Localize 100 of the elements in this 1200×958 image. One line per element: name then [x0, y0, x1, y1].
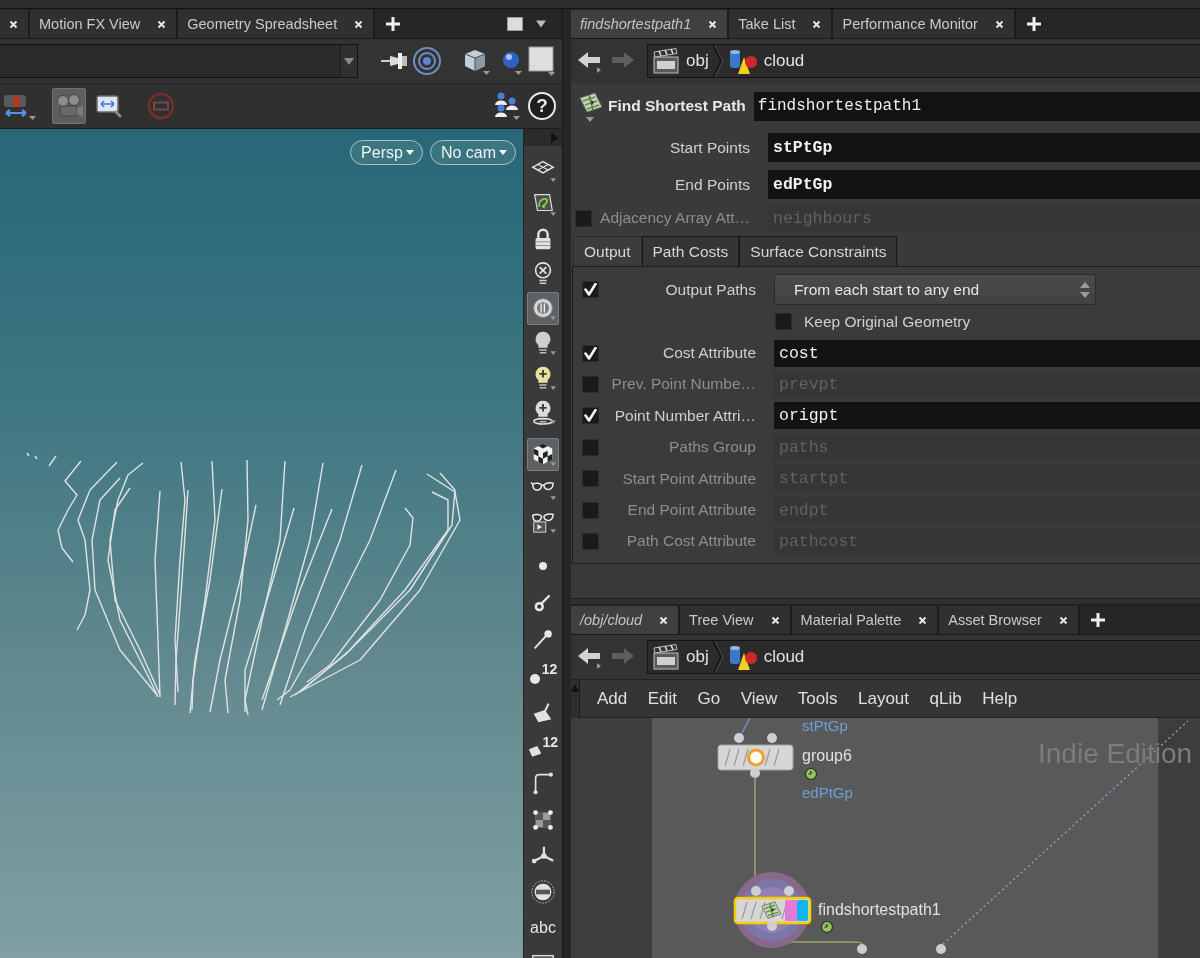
- close-icon[interactable]: [708, 19, 718, 29]
- folder-tab[interactable]: Output: [573, 236, 642, 266]
- checkbox[interactable]: [582, 501, 599, 519]
- users-icon: [495, 91, 521, 121]
- path-field[interactable]: obj cloud: [647, 640, 1200, 674]
- menu-item[interactable]: View: [740, 688, 778, 709]
- text-field[interactable]: cost: [774, 339, 1200, 367]
- parameter-label: End Points: [675, 175, 750, 194]
- tab[interactable]: Geometry Spreadsheet: [178, 10, 376, 38]
- text-field[interactable]: edPtGp: [768, 170, 1200, 199]
- input-port[interactable]: [857, 944, 867, 954]
- tab[interactable]: /obj/cloud: [571, 606, 681, 634]
- menu-item[interactable]: Tools: [797, 688, 838, 709]
- tab[interactable]: Asset Browser: [939, 606, 1080, 634]
- checkbox[interactable]: [582, 470, 599, 488]
- input-port[interactable]: [734, 733, 744, 743]
- close-icon[interactable]: [157, 19, 167, 29]
- close-icon[interactable]: [354, 19, 364, 29]
- tab[interactable]: Performance Monitor: [833, 10, 1016, 38]
- menu-item[interactable]: Help: [982, 688, 1018, 709]
- checkbox[interactable]: [775, 313, 792, 331]
- plane-icon: [528, 743, 542, 758]
- bulb-ring-icon: [530, 399, 556, 426]
- checkbox[interactable]: [582, 281, 599, 298]
- text-field[interactable]: origpt: [774, 402, 1200, 430]
- parameter-label: Path Cost Attribute: [626, 532, 756, 551]
- dot-icon: [539, 562, 547, 571]
- folder-tab[interactable]: Surface Constraints: [739, 236, 898, 266]
- output-port[interactable]: [750, 768, 760, 778]
- folder-tab[interactable]: Path Costs: [641, 236, 740, 266]
- menu-item[interactable]: Edit: [647, 688, 678, 709]
- dropdown-field[interactable]: [0, 44, 358, 78]
- checkbox[interactable]: [582, 344, 599, 362]
- square-icon[interactable]: [507, 16, 523, 31]
- ring-icon: [747, 748, 765, 767]
- parameter-label: Paths Group: [668, 438, 756, 457]
- checkbox[interactable]: [582, 407, 599, 425]
- menu-item[interactable]: Add: [597, 688, 628, 709]
- input-port[interactable]: [936, 944, 946, 954]
- close-icon[interactable]: [1058, 615, 1068, 625]
- parameter-label: Start Points: [669, 138, 750, 157]
- shapes-icon: [727, 47, 758, 75]
- menu-item[interactable]: Go: [697, 688, 721, 709]
- breadcrumb-item[interactable]: obj: [648, 47, 713, 75]
- parameter-label: Point Number Attri…: [614, 406, 756, 425]
- checkbox[interactable]: [582, 532, 599, 550]
- plus-icon[interactable]: [1089, 611, 1106, 628]
- tab[interactable]: Take List: [729, 10, 834, 38]
- tab[interactable]: Motion FX View: [30, 10, 179, 38]
- caret-icon[interactable]: [536, 19, 546, 28]
- plus-icon[interactable]: [1025, 15, 1042, 32]
- checkbox[interactable]: [582, 438, 599, 456]
- menu-item[interactable]: qLib: [929, 688, 962, 709]
- breadcrumb-item[interactable]: cloud: [723, 47, 809, 75]
- input-port[interactable]: [751, 886, 761, 896]
- help-button[interactable]: ?: [528, 92, 556, 120]
- path-field[interactable]: obj cloud: [647, 44, 1200, 78]
- plus-icon[interactable]: [385, 15, 402, 32]
- square-icon[interactable]: [528, 46, 556, 76]
- node-label: group6: [802, 747, 852, 765]
- close-icon[interactable]: [812, 19, 822, 29]
- tab[interactable]: findshortestpath1: [571, 10, 730, 38]
- tool-button[interactable]: [527, 437, 559, 471]
- menu-item[interactable]: Layout: [857, 688, 909, 709]
- up-down-arrows-icon: [1080, 281, 1090, 298]
- dot-icon: [528, 673, 541, 686]
- close-icon[interactable]: [659, 615, 669, 625]
- node-name-field[interactable]: findshortestpath1: [753, 91, 1200, 121]
- view-menu-button[interactable]: Persp: [350, 140, 423, 165]
- map-icon[interactable]: [578, 90, 603, 122]
- target-icon[interactable]: [412, 46, 442, 76]
- tab[interactable]: [0, 10, 30, 38]
- input-port[interactable]: [767, 733, 777, 743]
- close-icon[interactable]: [9, 19, 18, 29]
- parameter-label: Start Point Attribute: [622, 469, 756, 488]
- tab[interactable]: Material Palette: [791, 606, 940, 634]
- back-arrow-icon[interactable]: [577, 49, 601, 73]
- view-menu-button[interactable]: No cam: [429, 140, 516, 165]
- text-field[interactable]: stPtGp: [768, 133, 1200, 162]
- breadcrumb-separator: [712, 45, 724, 77]
- back-arrow-icon[interactable]: [577, 645, 601, 669]
- close-icon[interactable]: [994, 19, 1004, 29]
- close-icon[interactable]: [770, 615, 780, 625]
- tool-button[interactable]: 12: [527, 658, 559, 692]
- breadcrumb-separator: [712, 641, 724, 673]
- check-icon: [584, 409, 597, 423]
- input-port[interactable]: [784, 886, 794, 896]
- dropdown-menu[interactable]: From each start to any end: [774, 274, 1096, 305]
- checkbox[interactable]: [575, 209, 592, 227]
- close-icon[interactable]: [918, 615, 928, 625]
- node[interactable]: [717, 744, 794, 771]
- tool-button[interactable]: [527, 291, 559, 325]
- tool-button[interactable]: abc: [527, 911, 559, 945]
- check-icon: [584, 283, 597, 296]
- breadcrumb-item[interactable]: cloud: [723, 643, 809, 671]
- checkbox[interactable]: [582, 375, 599, 393]
- tab[interactable]: Tree View: [680, 606, 792, 634]
- breadcrumb-item[interactable]: obj: [648, 643, 713, 671]
- caret-icon: [405, 150, 414, 155]
- tool-button[interactable]: 12: [527, 730, 559, 764]
